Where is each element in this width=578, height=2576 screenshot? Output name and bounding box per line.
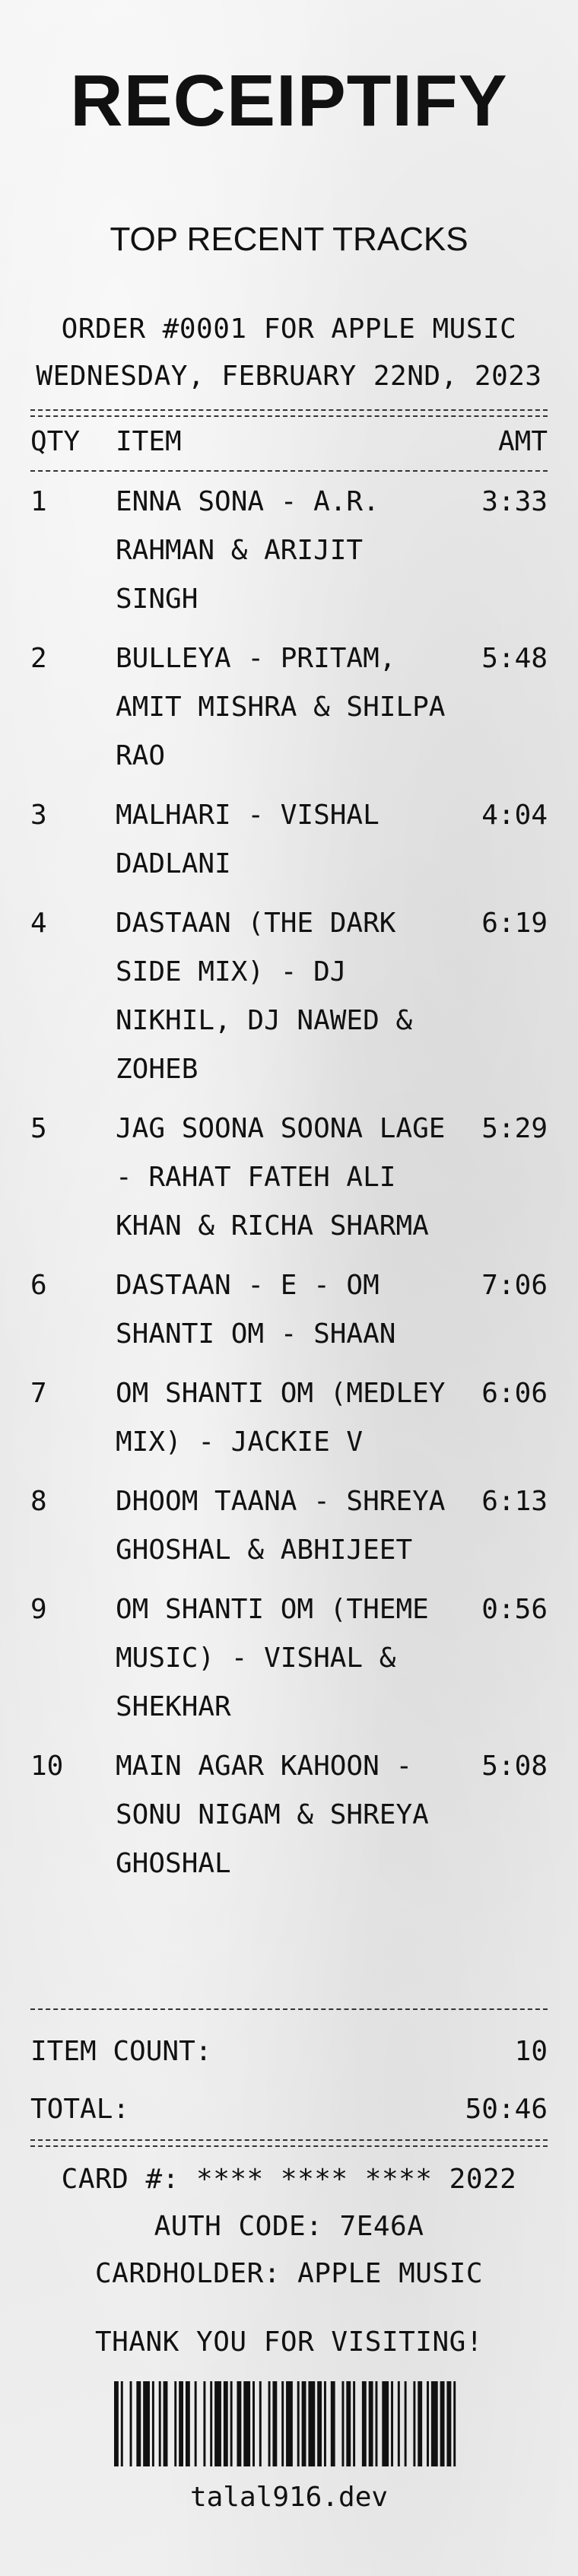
track-duration: 7:06: [481, 1270, 548, 1301]
brand-title: RECEIPTIFY: [70, 60, 508, 142]
track-qty: 3: [30, 800, 47, 831]
amt-header: AMT: [497, 426, 548, 457]
footer-link[interactable]: talal916.dev: [0, 2482, 578, 2513]
track-title: BULLEYA - PRITAM, AMIT MISHRA & SHILPA R…: [116, 643, 446, 771]
track-title: DASTAAN (THE DARK SIDE MIX) - DJ NIKHIL,…: [116, 908, 413, 1085]
list-item: 3 MALHARI - VISHAL DADLANI 4:04: [30, 791, 548, 889]
track-qty: 6: [30, 1270, 47, 1301]
total-value: 50:46: [465, 2094, 548, 2125]
date-line: WEDNESDAY, FEBRUARY 22ND, 2023: [36, 361, 542, 392]
item-count-label: ITEM COUNT:: [30, 2036, 212, 2067]
track-duration: 0:56: [481, 1594, 548, 1625]
track-title: DHOOM TAANA - SHREYA GHOSHAL & ABHIJEET: [116, 1486, 446, 1566]
track-title: MAIN AGAR KAHOON - SONU NIGAM & SHREYA G…: [116, 1751, 429, 1879]
track-qty: 5: [30, 1113, 47, 1144]
page-subtitle: TOP RECENT TRACKS: [110, 221, 468, 258]
receipt: RECEIPTIFY TOP RECENT TRACKS ORDER #0001…: [0, 0, 578, 2576]
list-item: 2 BULLEYA - PRITAM, AMIT MISHRA & SHILPA…: [30, 634, 548, 781]
track-duration: 5:48: [481, 643, 548, 674]
list-item: 5 JAG SOONA SOONA LAGE - RAHAT FATEH ALI…: [30, 1105, 548, 1251]
list-item: 7 OM SHANTI OM (MEDLEY MIX) - JACKIE V 6…: [30, 1369, 548, 1467]
item-count-value: 10: [514, 2036, 548, 2067]
cardholder-line: CARDHOLDER: APPLE MUSIC: [95, 2258, 483, 2289]
card-line: CARD #: **** **** **** 2022: [61, 2164, 517, 2195]
track-qty: 8: [30, 1486, 47, 1517]
total-label: TOTAL:: [30, 2094, 130, 2125]
divider: [30, 2139, 548, 2141]
track-title: DASTAAN - E - OM SHANTI OM - SHAAN: [116, 1270, 396, 1350]
barcode-icon: [114, 2381, 456, 2466]
list-item: 8 DHOOM TAANA - SHREYA GHOSHAL & ABHIJEE…: [30, 1477, 548, 1575]
track-duration: 6:06: [481, 1378, 548, 1409]
track-qty: 2: [30, 643, 47, 674]
divider: [30, 409, 548, 411]
track-qty: 9: [30, 1594, 47, 1625]
track-duration: 5:29: [481, 1113, 548, 1144]
qty-header: QTY: [30, 426, 81, 457]
divider: [30, 470, 548, 472]
auth-code-line: AUTH CODE: 7E46A: [154, 2211, 424, 2242]
track-list: 1 ENNA SONA - A.R. RAHMAN & ARIJIT SINGH…: [30, 478, 548, 1899]
track-title: ENNA SONA - A.R. RAHMAN & ARIJIT SINGH: [116, 486, 380, 615]
list-item: 1 ENNA SONA - A.R. RAHMAN & ARIJIT SINGH…: [30, 478, 548, 624]
list-item: 4 DASTAAN (THE DARK SIDE MIX) - DJ NIKHI…: [30, 899, 548, 1094]
track-qty: 10: [30, 1751, 64, 1782]
track-duration: 6:13: [481, 1486, 548, 1517]
track-title: OM SHANTI OM (MEDLEY MIX) - JACKIE V: [116, 1378, 446, 1458]
track-duration: 4:04: [481, 800, 548, 831]
list-item: 6 DASTAAN - E - OM SHANTI OM - SHAAN 7:0…: [30, 1261, 548, 1359]
track-qty: 1: [30, 486, 47, 517]
divider: [30, 2145, 548, 2147]
item-header: ITEM: [116, 426, 182, 457]
divider: [30, 2008, 548, 2010]
list-item: 10 MAIN AGAR KAHOON - SONU NIGAM & SHREY…: [30, 1742, 548, 1888]
track-duration: 6:19: [481, 908, 548, 939]
list-item: 9 OM SHANTI OM (THEME MUSIC) - VISHAL & …: [30, 1585, 548, 1732]
track-title: MALHARI - VISHAL DADLANI: [116, 800, 380, 879]
track-qty: 7: [30, 1378, 47, 1409]
order-line: ORDER #0001 FOR APPLE MUSIC: [61, 313, 517, 345]
track-qty: 4: [30, 908, 47, 939]
thank-you-message: THANK YOU FOR VISITING!: [95, 2326, 483, 2358]
track-title: JAG SOONA SOONA LAGE - RAHAT FATEH ALI K…: [116, 1113, 446, 1242]
track-duration: 3:33: [481, 486, 548, 517]
track-title: OM SHANTI OM (THEME MUSIC) - VISHAL & SH…: [116, 1594, 429, 1722]
track-duration: 5:08: [481, 1751, 548, 1782]
divider: [30, 415, 548, 417]
